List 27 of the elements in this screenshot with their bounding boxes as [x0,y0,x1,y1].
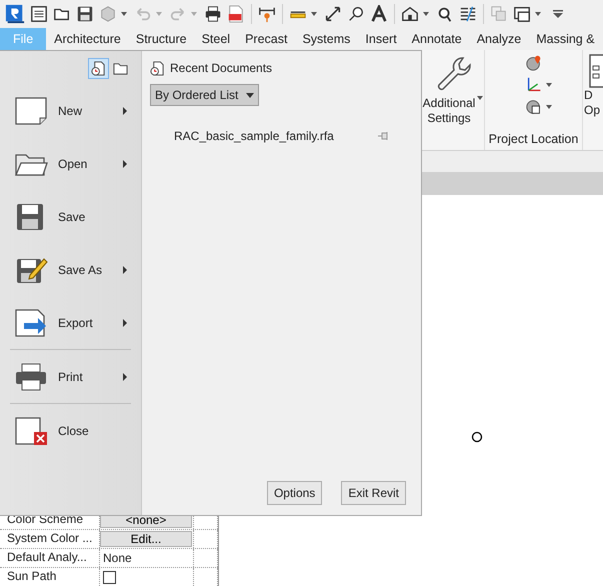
menu-item[interactable]: Open [10,137,131,190]
recent-file-link[interactable]: RAC_basic_sample_family.rfa [174,129,334,143]
ribbon-tab[interactable]: Architecture [47,28,128,50]
property-button[interactable]: Edit... [100,531,192,547]
ribbon-tab[interactable]: Steel [194,28,238,50]
menu-item[interactable]: Save [10,190,131,243]
additional-settings-button[interactable]: Additional Settings [422,96,484,126]
panel-title: Project Location [488,132,578,146]
menu-item[interactable]: New [10,84,131,137]
menu-item[interactable]: Save As [10,243,131,296]
menu-item[interactable]: Close [10,404,131,457]
design-options-button[interactable]: D Op [584,88,600,118]
menu-button[interactable]: Options [266,481,322,505]
menu-item[interactable]: Export [10,296,131,350]
ribbon-tab[interactable]: Annotate [404,28,469,50]
ribbon-tab[interactable]: Insert [358,28,404,50]
property-value: None [102,551,132,565]
ribbon-tab[interactable]: Structure [128,28,194,50]
menu-item[interactable]: Print [10,350,131,404]
property-name: Sun Path [0,568,100,586]
ribbon-tab[interactable]: Precast [238,28,294,50]
ribbon-tab[interactable]: Systems [295,28,358,50]
ribbon-tab[interactable]: Analyze [470,28,528,50]
pane-title: Recent Documents [170,61,272,75]
menu-button[interactable]: Exit Revit [341,481,406,505]
sort-dropdown[interactable]: By Ordered List [150,84,260,106]
ribbon-tab[interactable]: Massing & [529,28,602,50]
